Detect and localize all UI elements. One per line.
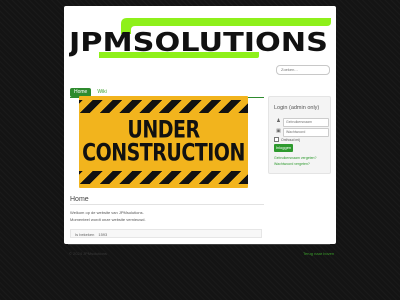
footer-divider	[68, 244, 330, 245]
password-field: ▣	[275, 128, 329, 137]
username-input[interactable]	[283, 118, 329, 127]
login-button[interactable]: Inloggen	[274, 144, 293, 152]
remember-me[interactable]: Onthoud mij	[274, 137, 300, 142]
password-input[interactable]	[283, 128, 329, 137]
lock-icon: ▣	[276, 128, 281, 134]
site-logo[interactable]: JPMSOLUTIONS	[69, 18, 331, 58]
hits-value: 1593	[98, 232, 108, 237]
login-title: Login (admin only)	[274, 105, 320, 111]
article-title: Home	[70, 196, 89, 203]
forgot-username-link[interactable]: Gebruikersnaam vergeten?	[274, 156, 316, 160]
search-input[interactable]	[276, 65, 330, 75]
hits-label: Is bekeken	[75, 232, 95, 237]
under-construction-banner: UNDER CONSTRUCTION	[79, 96, 248, 188]
welcome-text: Welkom op de website van JPMsolutions.	[70, 210, 144, 215]
article-divider	[70, 204, 264, 205]
login-module: Login (admin only) ♟ ▣ Onthoud mij Inlog…	[268, 96, 331, 174]
back-to-top-link[interactable]: Terug naar boven	[303, 251, 334, 256]
renovation-text: Momenteel wordt onze website vernieuwd.	[70, 217, 146, 222]
banner-line-2: CONSTRUCTION	[82, 139, 245, 167]
hazard-stripes-bottom	[79, 171, 248, 184]
main-container: JPMSOLUTIONS Home Wiki UNDER CONSTRUCTIO…	[64, 6, 336, 244]
user-icon: ♟	[276, 118, 281, 124]
footer-copyright: © 2024 JPMsolutions	[69, 251, 107, 256]
remember-checkbox[interactable]	[274, 137, 279, 142]
hazard-stripes-top	[79, 100, 248, 113]
svg-text:JPMSOLUTIONS: JPMSOLUTIONS	[69, 28, 328, 58]
hits-counter: Is bekeken 1593	[70, 229, 262, 238]
username-field: ♟	[275, 118, 329, 127]
forgot-password-link[interactable]: Wachtwoord vergeten?	[274, 162, 310, 166]
remember-label: Onthoud mij	[281, 137, 300, 142]
